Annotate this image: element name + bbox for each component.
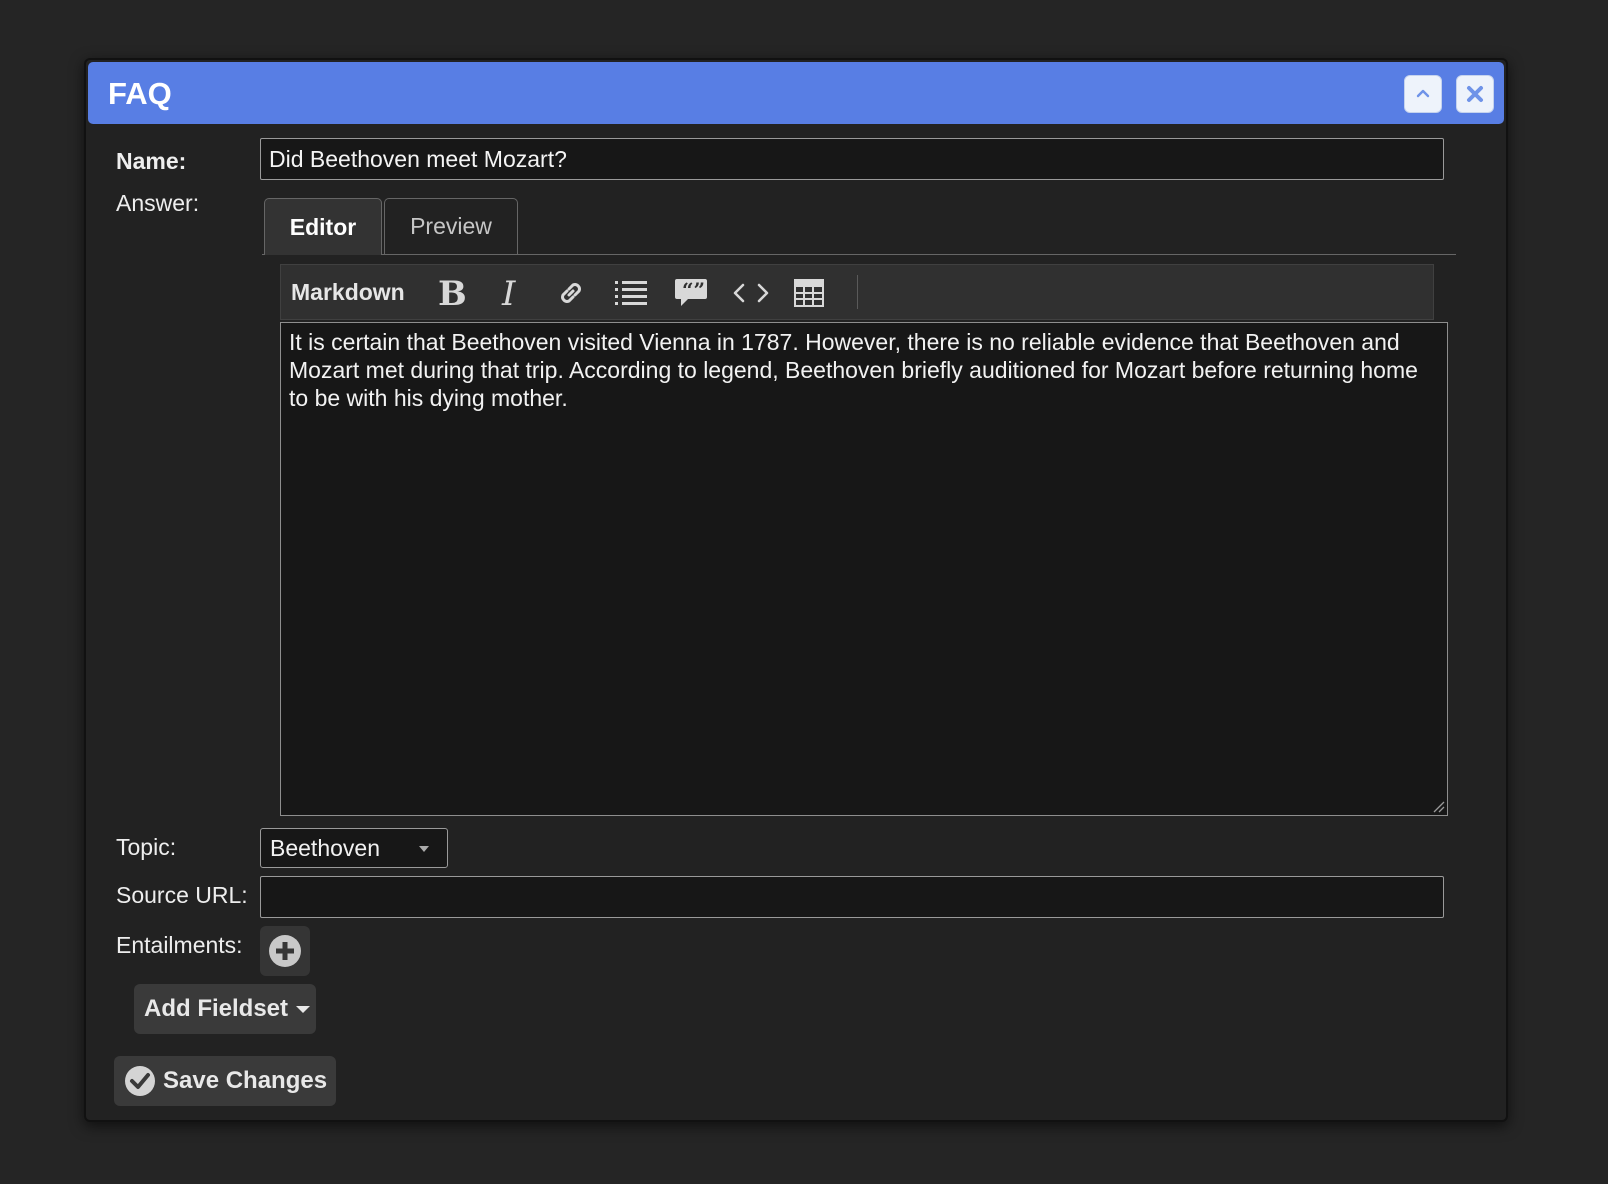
source-url-label: Source URL: bbox=[116, 882, 248, 908]
add-fieldset-button[interactable]: Add Fieldset bbox=[134, 984, 316, 1034]
quote-button[interactable]: “” bbox=[671, 273, 711, 313]
toolbar-separator bbox=[857, 275, 858, 309]
italic-button[interactable]: I bbox=[491, 273, 531, 313]
answer-textarea[interactable]: It is certain that Beethoven visited Vie… bbox=[280, 322, 1448, 816]
resize-grip-icon[interactable] bbox=[1431, 799, 1445, 813]
save-changes-label: Save Changes bbox=[163, 1067, 328, 1094]
svg-text:I: I bbox=[501, 275, 516, 311]
source-url-input[interactable] bbox=[260, 876, 1444, 918]
save-changes-button[interactable]: Save Changes bbox=[114, 1056, 336, 1106]
caret-down-icon bbox=[296, 1005, 311, 1013]
svg-text:B: B bbox=[438, 275, 466, 311]
close-icon bbox=[1467, 86, 1483, 102]
dialog-titlebar: FAQ bbox=[88, 62, 1504, 124]
topic-selected-value: Beethoven bbox=[270, 835, 380, 861]
dialog-title: FAQ bbox=[108, 76, 172, 111]
bold-icon: B bbox=[438, 275, 466, 311]
markdown-mode-label: Markdown bbox=[291, 279, 405, 305]
check-circle-icon bbox=[125, 1066, 155, 1096]
topic-select[interactable]: Beethoven bbox=[260, 828, 448, 868]
link-icon bbox=[561, 283, 581, 303]
plus-circle-icon bbox=[269, 935, 301, 967]
markdown-toolbar: Markdown B I “” bbox=[280, 264, 1434, 320]
collapse-button[interactable] bbox=[1404, 75, 1442, 113]
bold-button[interactable]: B bbox=[431, 273, 471, 313]
italic-icon: I bbox=[501, 275, 516, 311]
answer-label: Answer: bbox=[116, 190, 200, 216]
code-button[interactable] bbox=[731, 273, 771, 313]
list-icon bbox=[615, 281, 647, 305]
chevron-up-icon bbox=[1416, 89, 1430, 98]
code-icon bbox=[733, 283, 769, 303]
link-button[interactable] bbox=[551, 273, 591, 313]
caret-down-icon bbox=[419, 846, 429, 852]
tabs-divider bbox=[262, 254, 1456, 255]
add-fieldset-label: Add Fieldset bbox=[144, 995, 289, 1022]
tab-preview[interactable]: Preview bbox=[384, 198, 518, 254]
name-label: Name: bbox=[116, 148, 187, 174]
answer-text: It is certain that Beethoven visited Vie… bbox=[289, 329, 1418, 411]
tab-editor[interactable]: Editor bbox=[264, 198, 382, 255]
entailments-label: Entailments: bbox=[116, 932, 243, 958]
close-button[interactable] bbox=[1456, 75, 1494, 113]
add-entailment-button[interactable] bbox=[260, 926, 310, 976]
faq-dialog: FAQ Name: Did Beethoven meet Mozart? Ans… bbox=[84, 58, 1508, 1122]
table-button[interactable] bbox=[789, 273, 829, 313]
table-icon bbox=[794, 279, 824, 307]
name-input[interactable]: Did Beethoven meet Mozart? bbox=[260, 138, 1444, 180]
quote-icon: “” bbox=[675, 278, 707, 306]
topic-label: Topic: bbox=[116, 834, 177, 860]
list-button[interactable] bbox=[611, 273, 651, 313]
svg-text:“”: “” bbox=[682, 278, 705, 302]
